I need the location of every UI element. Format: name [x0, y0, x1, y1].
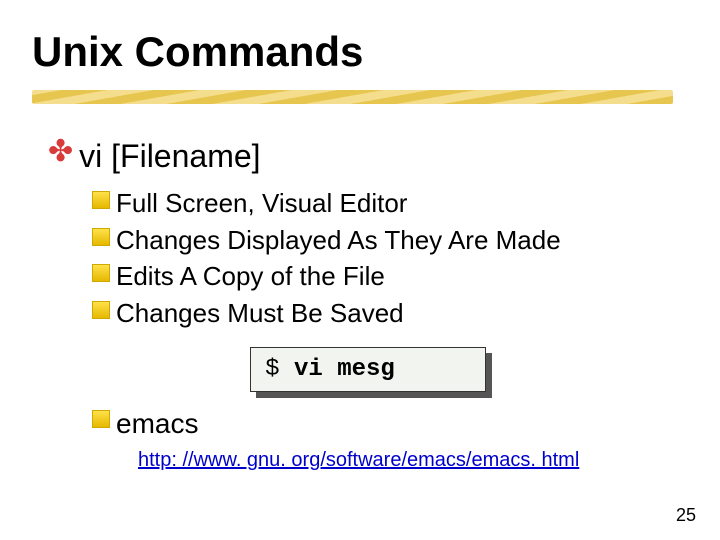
list-item: Changes Displayed As They Are Made	[92, 224, 688, 257]
emacs-item: emacs	[92, 406, 688, 441]
bullet-z-icon: ✤	[48, 137, 73, 167]
bullet-emacs: emacs	[92, 406, 688, 441]
detail-label: Changes Displayed As They Are Made	[116, 224, 561, 257]
bullet-vi: ✤ vi [Filename]	[48, 137, 688, 175]
content-area: ✤ vi [Filename] Full Screen, Visual Edit…	[32, 137, 688, 472]
list-item: Edits A Copy of the File	[92, 260, 688, 293]
page-title: Unix Commands	[32, 28, 688, 76]
bullet-y-icon	[92, 228, 110, 246]
list-item: Full Screen, Visual Editor	[92, 187, 688, 220]
vi-details-list: Full Screen, Visual Editor Changes Displ…	[92, 187, 688, 329]
shell-prompt: $	[265, 356, 279, 383]
detail-label: Changes Must Be Saved	[116, 297, 404, 330]
emacs-label: emacs	[116, 406, 198, 441]
list-item: Changes Must Be Saved	[92, 297, 688, 330]
bullet-y-icon	[92, 264, 110, 282]
page-number: 25	[676, 505, 696, 526]
bullet-y-icon	[92, 410, 110, 428]
code-example-wrap: $ vi mesg	[48, 347, 688, 392]
emacs-link[interactable]: http: //www. gnu. org/software/emacs/ema…	[138, 449, 579, 471]
title-underline	[32, 82, 688, 112]
bullet-y-icon	[92, 191, 110, 209]
bullet-vi-label: vi [Filename]	[79, 137, 260, 175]
code-example: $ vi mesg	[250, 347, 486, 392]
emacs-link-line: http: //www. gnu. org/software/emacs/ema…	[138, 449, 688, 472]
bullet-y-icon	[92, 301, 110, 319]
shell-command: vi mesg	[294, 356, 395, 383]
slide: Unix Commands ✤ vi [Filename] Full Scree…	[0, 0, 720, 540]
detail-label: Full Screen, Visual Editor	[116, 187, 407, 220]
detail-label: Edits A Copy of the File	[116, 260, 385, 293]
